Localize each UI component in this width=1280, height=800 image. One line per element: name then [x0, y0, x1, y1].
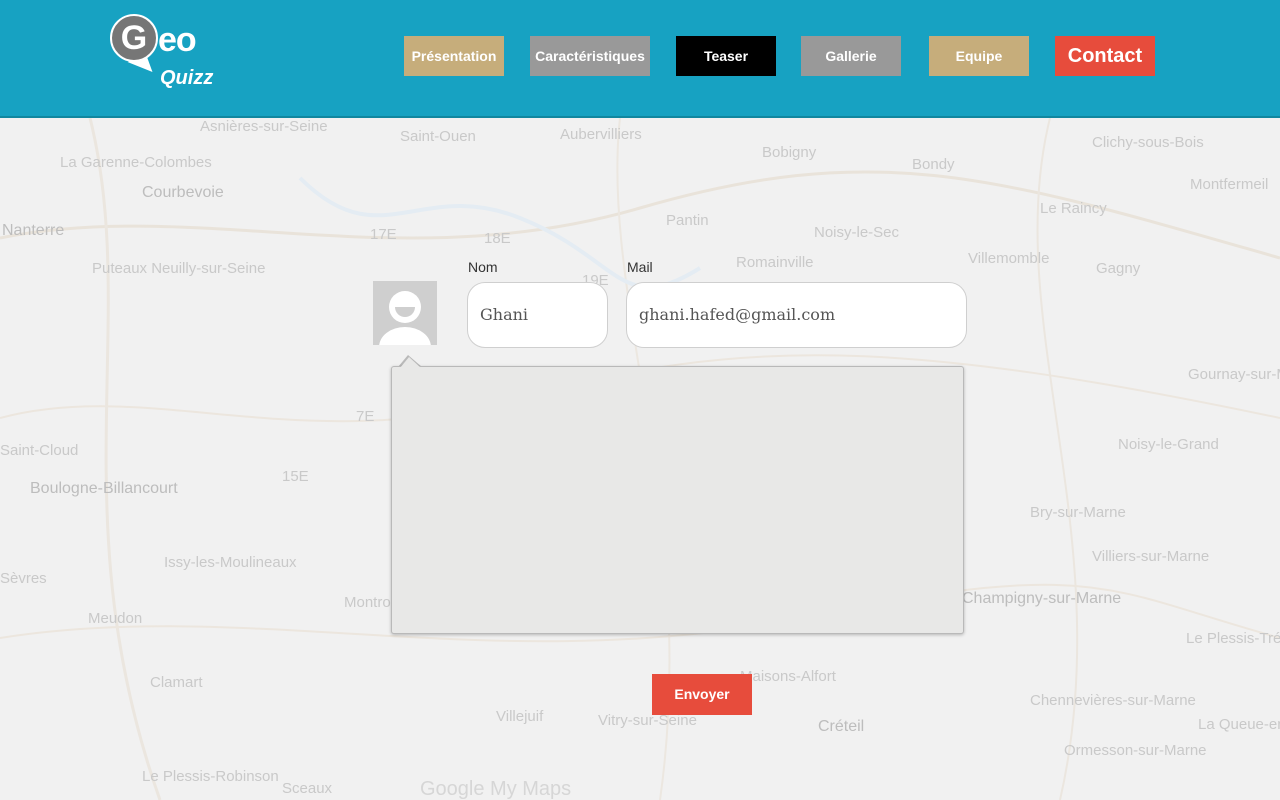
- message-bubble-tail-inner: [400, 357, 421, 368]
- user-avatar: [373, 281, 437, 345]
- map-label: 17E: [370, 226, 397, 243]
- nav-caracteristiques-button[interactable]: Caractéristiques: [530, 36, 650, 76]
- map-label: Romainville: [736, 254, 814, 271]
- map-label: Noisy-le-Sec: [814, 224, 900, 241]
- map-label: Le Plessis-Robinson: [142, 768, 279, 785]
- map-label: Clamart: [150, 674, 203, 691]
- map-label: Courbevoie: [142, 184, 224, 201]
- map-label: Puteaux Neuilly-sur-Seine: [92, 260, 266, 277]
- map-label: Chennevières-sur-Marne: [1030, 692, 1196, 709]
- map-label: Bondy: [912, 156, 955, 173]
- map-label: Ormesson-sur-Marne: [1064, 742, 1207, 759]
- map-label: Gagny: [1096, 260, 1141, 277]
- map-label: Villejuif: [496, 708, 544, 725]
- map-label: Bobigny: [762, 144, 817, 161]
- map-label: 15E: [282, 468, 309, 485]
- map-label: Pantin: [666, 212, 709, 229]
- map-label: Boulogne-Billancourt: [30, 480, 178, 497]
- nav-equipe-button[interactable]: Equipe: [929, 36, 1029, 76]
- map-brand: Google My Maps: [420, 778, 572, 800]
- map-label: 18E: [484, 230, 511, 247]
- map-label: Créteil: [818, 718, 865, 735]
- send-button[interactable]: Envoyer: [652, 674, 752, 715]
- logo-g-letter: G: [110, 14, 158, 62]
- avatar-body-shape: [379, 327, 431, 345]
- map-label: Sèvres: [0, 570, 47, 587]
- map-label: 7E: [356, 408, 375, 425]
- map-label: Bry-sur-Marne: [1030, 504, 1126, 521]
- map-label: Saint-Ouen: [400, 128, 476, 145]
- message-textarea[interactable]: [391, 366, 964, 634]
- map-label: Asnières-sur-Seine: [200, 118, 328, 135]
- nom-label: Nom: [468, 259, 498, 275]
- map-label: La Queue-en-Brie: [1198, 716, 1280, 733]
- map-label: Maisons-Alfort: [740, 668, 836, 685]
- geoquizz-logo[interactable]: G eo Quizz: [110, 14, 214, 94]
- logo-quizz-text: Quizz: [160, 67, 214, 89]
- map-label: Le Raincy: [1040, 200, 1107, 217]
- map-label: Meudon: [88, 610, 143, 627]
- map-label: La Garenne-Colombes: [60, 154, 212, 171]
- map-label: Le Plessis-Trévise: [1186, 630, 1280, 647]
- map-label: Montfermeil: [1190, 176, 1269, 193]
- map-label: Aubervilliers: [560, 126, 642, 143]
- map-label: Saint-Cloud: [0, 442, 79, 459]
- nom-input[interactable]: Ghani: [467, 282, 608, 348]
- map-label: Villemomble: [968, 250, 1050, 267]
- nav-presentation-button[interactable]: Présentation: [404, 36, 504, 76]
- site-header: G eo Quizz Présentation Caractéristiques…: [0, 0, 1280, 118]
- map-label: Clichy-sous-Bois: [1092, 134, 1204, 151]
- map-label: Issy-les-Moulineaux: [164, 554, 297, 571]
- mail-label: Mail: [627, 259, 653, 275]
- nav-teaser-button[interactable]: Teaser: [676, 36, 776, 76]
- map-label: Villiers-sur-Marne: [1092, 548, 1210, 565]
- nav-contact-button[interactable]: Contact: [1055, 36, 1155, 76]
- map-label: Champigny-sur-Marne: [962, 590, 1122, 607]
- nav-gallerie-button[interactable]: Gallerie: [801, 36, 901, 76]
- logo-eo-text: eo: [158, 21, 197, 59]
- mail-input[interactable]: ghani.hafed@gmail.com: [626, 282, 967, 348]
- map-label: Sceaux: [282, 780, 333, 797]
- map-label: Nanterre: [2, 222, 65, 239]
- map-label: Gournay-sur-Marne: [1188, 366, 1280, 383]
- map-label: Noisy-le-Grand: [1118, 436, 1219, 453]
